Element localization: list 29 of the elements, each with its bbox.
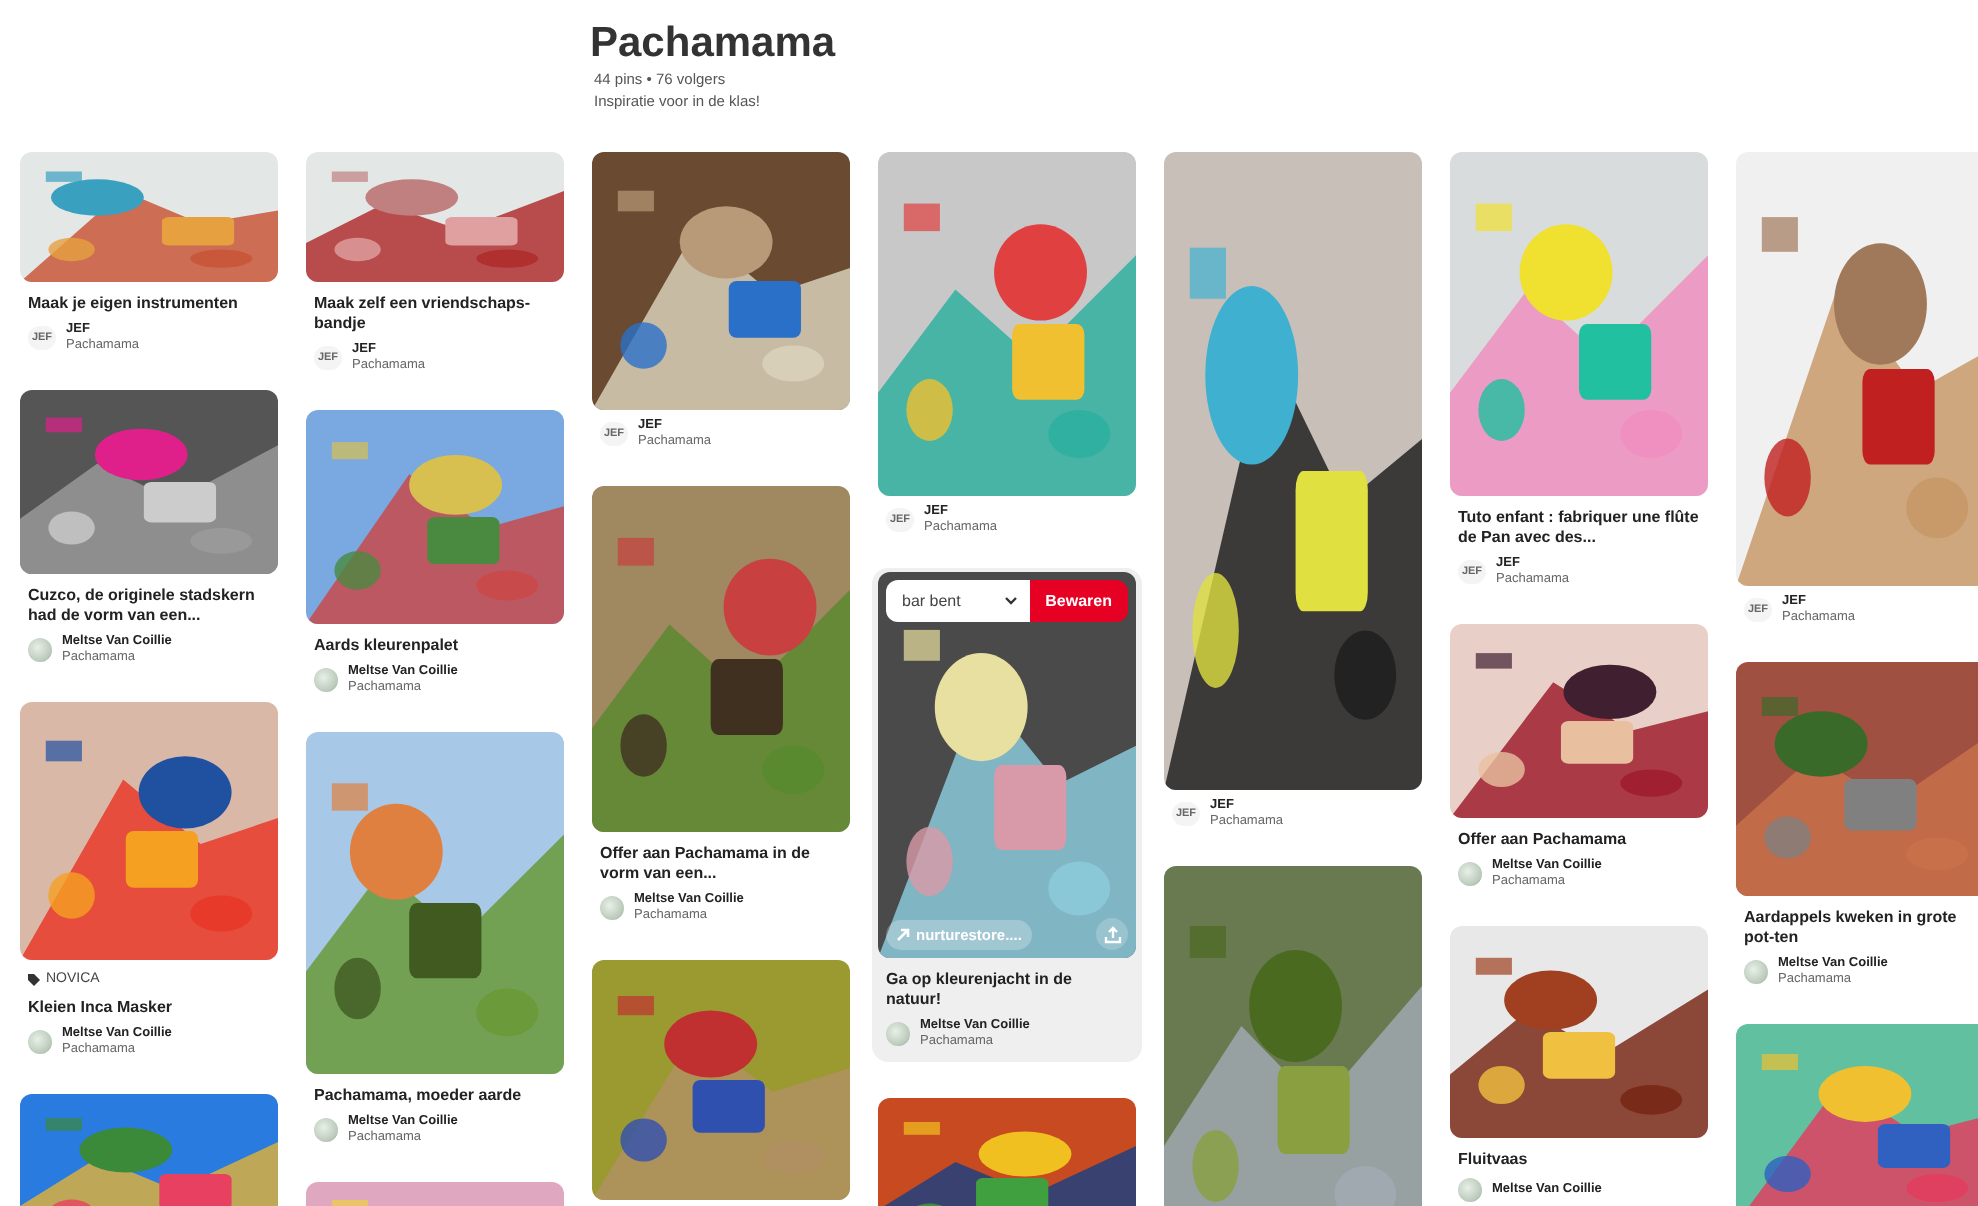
pin-title[interactable]: Tuto enfant : fabriquer une flûte de Pan avec des... — [1450, 508, 1708, 548]
arrow-icon — [896, 928, 910, 942]
pin-title[interactable]: Pachamama, moeder aarde — [306, 1086, 564, 1106]
pin-title[interactable]: Aardappels kweken in grote pot-ten — [1736, 908, 1978, 948]
avatar — [886, 1022, 910, 1046]
avatar — [1458, 862, 1482, 886]
share-button[interactable] — [1096, 918, 1128, 950]
pin-title[interactable]: Ga op kleurenjacht in de natuur! — [878, 970, 1136, 1010]
pin-title[interactable]: Kleien Inca Masker — [20, 998, 278, 1018]
pin-title[interactable]: Aards kleurenpalet — [306, 636, 564, 656]
tag-icon — [28, 973, 40, 985]
avatar — [1744, 960, 1768, 984]
pin-title[interactable]: Maak zelf een vriendschaps-bandje — [306, 294, 564, 334]
pin-title[interactable]: Offer aan Pachamama — [1450, 830, 1708, 850]
share-icon — [1103, 925, 1121, 943]
board-select[interactable]: bar bent — [886, 580, 1030, 622]
save-button[interactable]: Bewaren — [1029, 580, 1128, 622]
avatar — [28, 638, 52, 662]
avatar — [600, 896, 624, 920]
pin-title[interactable]: Offer aan Pachamama in de vorm van een... — [592, 844, 850, 884]
pin-title[interactable]: Maak je eigen instrumenten — [20, 294, 278, 314]
board-title: Pachamama — [590, 20, 838, 68]
avatar — [28, 1030, 52, 1054]
avatar — [1458, 1178, 1482, 1202]
pin-title[interactable]: Fluitvaas — [1450, 1150, 1708, 1170]
avatar — [314, 668, 338, 692]
pin-title[interactable]: Cuzco, de originele stadskern had de vorm van een... — [20, 586, 278, 626]
avatar — [314, 1118, 338, 1142]
chevron-down-icon — [1003, 596, 1018, 606]
